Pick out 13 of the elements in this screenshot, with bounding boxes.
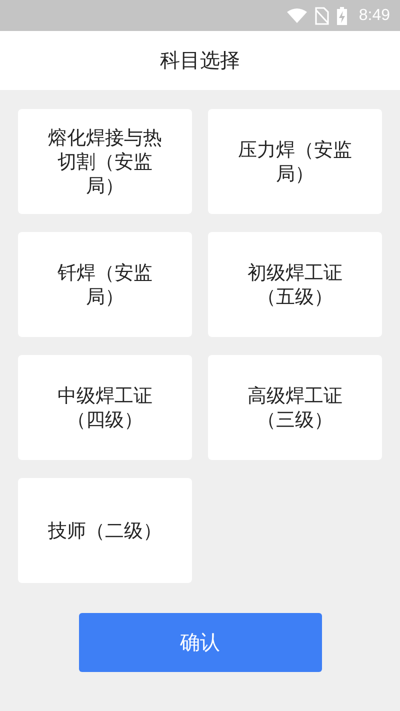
subject-card[interactable]: 初级焊工证（五级）: [208, 232, 382, 337]
subject-card[interactable]: 高级焊工证（三级）: [208, 355, 382, 460]
subject-card[interactable]: 压力焊（安监局）: [208, 109, 382, 214]
confirm-button[interactable]: 确认: [78, 613, 322, 672]
wifi-icon: [286, 8, 307, 24]
subject-card[interactable]: 技师（二级）: [18, 478, 192, 583]
status-time: 8:49: [358, 6, 390, 24]
subject-card[interactable]: 钎焊（安监局）: [18, 232, 192, 337]
no-sim-icon: [314, 6, 329, 24]
header-title: 科目选择: [160, 47, 240, 74]
subject-card[interactable]: 熔化焊接与热切割（安监局）: [18, 109, 192, 214]
battery-icon: [336, 6, 347, 24]
subject-card[interactable]: 中级焊工证（四级）: [18, 355, 192, 460]
